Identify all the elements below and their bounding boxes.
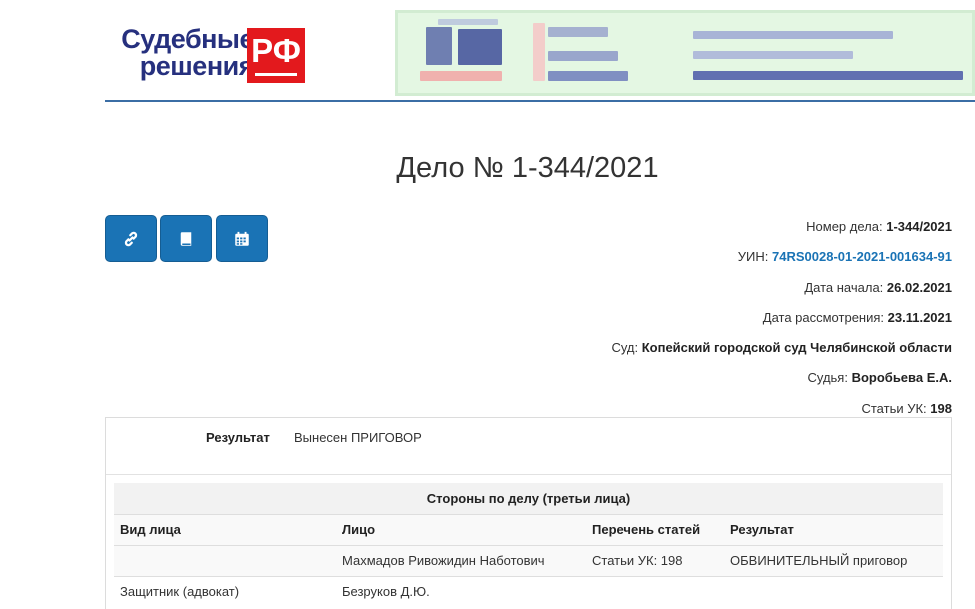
banner-blur-block xyxy=(548,71,628,81)
case-info-panel: Номер дела: 1-344/2021 УИН: 74RS0028-01-… xyxy=(611,219,952,431)
articles-label: Статьи УК: xyxy=(861,400,927,416)
party-name: Безруков Д.Ю. xyxy=(336,575,586,607)
banner-blur-block xyxy=(438,19,498,25)
judge-value: Воробьева Е.А. xyxy=(851,370,952,386)
column-header-articles: Перечень статей xyxy=(586,513,724,545)
party-type: Защитник (адвокат) xyxy=(114,575,336,607)
result-value: Вынесен ПРИГОВОР xyxy=(294,430,422,445)
column-header-type: Вид лица xyxy=(114,513,336,545)
case-number-row: Номер дела: 1-344/2021 xyxy=(611,219,952,249)
site-logo[interactable]: Судебные решения РФ xyxy=(104,26,308,84)
book-icon xyxy=(180,231,192,246)
party-type xyxy=(114,544,336,576)
banner-blur-block xyxy=(420,71,502,81)
link-icon xyxy=(124,231,138,246)
party-articles xyxy=(586,575,724,607)
parties-caption: Стороны по делу (третьи лица) xyxy=(114,483,943,514)
logo-line-2: решения xyxy=(139,51,255,81)
party-result xyxy=(724,575,943,607)
uin-label: УИН: xyxy=(737,249,769,265)
parties-header-row: Вид лица Лицо Перечень статей Результат xyxy=(114,513,943,545)
column-header-person: Лицо xyxy=(336,513,586,545)
logo-badge-text: РФ xyxy=(251,32,301,69)
banner-blur-block xyxy=(426,27,452,65)
table-row: Махмадов Ривожидин Наботович Статьи УК: … xyxy=(114,544,943,576)
review-date-value: 23.11.2021 xyxy=(887,309,952,325)
court-row: Суд: Копейский городской суд Челябинской… xyxy=(611,340,952,370)
banner-blur-block xyxy=(693,71,963,80)
result-divider xyxy=(106,474,951,475)
start-date-label: Дата начала: xyxy=(804,279,884,295)
case-number-value: 1-344/2021 xyxy=(886,219,952,234)
banner-blur-block xyxy=(693,51,853,59)
page-title: Дело № 1-344/2021 xyxy=(396,152,659,184)
court-value: Копейский городской суд Челябинской обла… xyxy=(641,340,952,356)
banner-blur-block xyxy=(458,29,502,65)
logo-rf-badge: РФ xyxy=(247,28,305,83)
banner-blur-block xyxy=(548,51,618,61)
table-row: Защитник (адвокат) Безруков Д.Ю. xyxy=(114,575,943,607)
start-date-row: Дата начала: 26.02.2021 xyxy=(611,280,952,310)
court-label: Суд: xyxy=(611,340,639,356)
calendar-button[interactable] xyxy=(216,215,268,262)
case-number-label: Номер дела: xyxy=(806,219,883,234)
uin-link[interactable]: 74RS0028-01-2021-001634-91 xyxy=(772,249,952,264)
party-result: ОБВИНИТЕЛЬНЫЙ приговор xyxy=(724,544,943,576)
banner-blur-block xyxy=(693,31,893,39)
advertisement-banner[interactable] xyxy=(395,10,975,96)
logo-line-1: Судебные xyxy=(121,24,254,54)
result-panel: Результат Вынесен ПРИГОВОР Стороны по де… xyxy=(105,417,952,609)
book-button[interactable] xyxy=(160,215,212,262)
logo-badge-underline xyxy=(255,73,297,76)
logo-text: Судебные решения xyxy=(104,26,254,80)
judge-label: Судья: xyxy=(807,370,848,386)
review-date-label: Дата рассмотрения: xyxy=(762,309,885,325)
calendar-icon xyxy=(235,231,249,246)
start-date-value: 26.02.2021 xyxy=(886,279,952,295)
party-articles: Статьи УК: 198 xyxy=(586,544,724,576)
judge-row: Судья: Воробьева Е.А. xyxy=(611,370,952,400)
review-date-row: Дата рассмотрения: 23.11.2021 xyxy=(611,310,952,340)
uin-row: УИН: 74RS0028-01-2021-001634-91 xyxy=(611,249,952,279)
party-name: Махмадов Ривожидин Наботович xyxy=(336,544,586,576)
articles-value: 198 xyxy=(930,400,952,416)
parties-table: Стороны по делу (третьи лица) Вид лица Л… xyxy=(114,483,943,607)
link-button[interactable] xyxy=(105,215,157,262)
result-label: Результат xyxy=(206,430,270,445)
column-header-result: Результат xyxy=(724,513,943,545)
header-divider xyxy=(105,100,975,102)
banner-blur-block xyxy=(533,23,545,81)
banner-blur-block xyxy=(548,27,608,37)
parties-caption-row: Стороны по делу (третьи лица) xyxy=(114,483,943,514)
